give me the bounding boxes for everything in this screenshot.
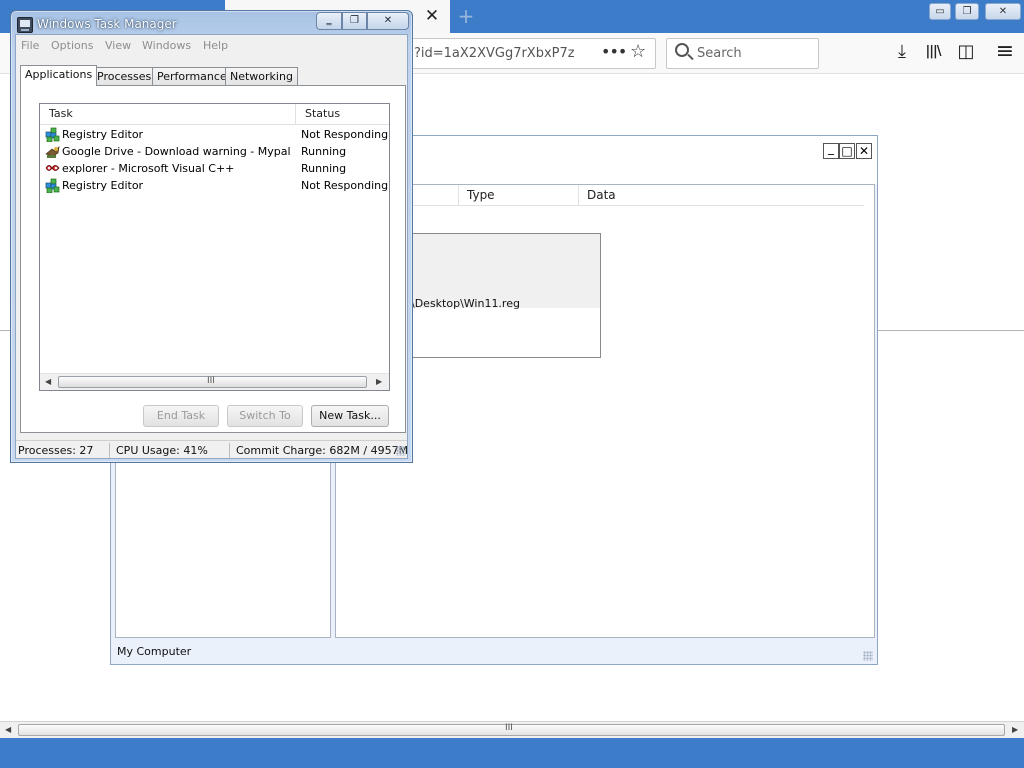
import-file-path: \Desktop\Win11.reg (411, 297, 520, 310)
task-name: Google Drive - Download warning - Mypal (62, 145, 291, 158)
tab-close-icon[interactable]: ✕ (423, 5, 441, 27)
task-manager-client: File Options View Windows Help Applicati… (15, 34, 408, 459)
registry-icon (45, 127, 60, 142)
search-placeholder[interactable]: Search (697, 46, 742, 61)
task-name: Registry Editor (62, 179, 144, 192)
new-task-button[interactable]: New Task... (311, 405, 389, 427)
status-separator (109, 443, 110, 458)
task-row[interactable]: Google Drive - Download warning - Mypal … (40, 143, 389, 160)
registry-icon (45, 178, 60, 193)
task-row[interactable]: explorer - Microsoft Visual C++ Running (40, 160, 389, 177)
new-tab-icon[interactable]: + (455, 3, 477, 29)
column-type[interactable]: Type (458, 185, 578, 206)
switch-to-button[interactable]: Switch To (227, 405, 303, 427)
task-row[interactable]: Registry Editor Not Responding (40, 126, 389, 143)
column-task[interactable]: Task (40, 104, 295, 124)
regedit-status-bar: My Computer (117, 645, 192, 658)
task-row[interactable]: Registry Editor Not Responding (40, 177, 389, 194)
page-horizontal-scrollbar[interactable]: ◀ III ▶ (0, 721, 1024, 738)
task-status: Not Responding (301, 128, 389, 141)
task-name: explorer - Microsoft Visual C++ (62, 162, 235, 175)
close-button[interactable]: ✕ (367, 12, 409, 30)
resize-grip-icon[interactable] (863, 651, 873, 661)
task-manager-icon (17, 17, 33, 33)
commit-charge: Commit Charge: 682M / 4957M (236, 444, 409, 457)
tab-processes[interactable]: Processes (92, 67, 157, 86)
page-scroll-left-icon[interactable]: ◀ (5, 725, 11, 734)
horizontal-scrollbar[interactable]: ◀ III ▶ (40, 373, 389, 390)
download-icon[interactable]: ⤓ (891, 41, 913, 63)
page-scroll-right-icon[interactable]: ▶ (1012, 725, 1018, 734)
visual-cpp-icon (45, 165, 60, 171)
search-icon (675, 43, 689, 57)
scrollbar-grip: III (207, 376, 215, 386)
sidebar-icon[interactable]: ◫ (955, 41, 977, 63)
menu-file[interactable]: File (21, 39, 39, 52)
scroll-right-icon[interactable]: ▶ (376, 377, 382, 386)
minimize-button[interactable]: ‗ (316, 12, 342, 30)
regedit-minimize-button[interactable]: _ (823, 142, 839, 159)
task-manager-window[interactable]: Windows Task Manager ‗ ❐ ✕ File Options … (10, 10, 413, 463)
menu-bar: File Options View Windows Help (16, 35, 407, 55)
task-status: Running (301, 162, 347, 175)
tab-networking[interactable]: Networking (225, 67, 298, 86)
scroll-left-icon[interactable]: ◀ (45, 377, 51, 386)
task-list-header: Task Status (40, 104, 389, 125)
regedit-close-button[interactable]: ✕ (856, 143, 872, 159)
task-list[interactable]: Task Status Registry Editor Not Respondi… (39, 103, 390, 391)
task-status: Running (301, 145, 347, 158)
taskbar[interactable] (0, 738, 1024, 768)
browser-close-button[interactable]: ✕ (985, 3, 1021, 20)
values-column-header: Type Data (336, 185, 864, 206)
column-data[interactable]: Data (578, 185, 864, 206)
page-actions-icon[interactable]: ••• (601, 42, 627, 61)
task-name: Registry Editor (62, 128, 144, 141)
end-task-button[interactable]: End Task (143, 405, 219, 427)
hamburger-menu-icon[interactable]: ≡ (994, 41, 1016, 63)
tab-applications[interactable]: Applications (20, 65, 98, 86)
url-text[interactable]: ?id=1aX2XVGg7rXbxP7zt (414, 46, 574, 61)
bookmark-star-icon[interactable]: ☆ (630, 41, 646, 62)
tab-performance[interactable]: Performance (152, 67, 232, 86)
browser-restore-button[interactable]: ❐ (955, 3, 979, 20)
status-separator (229, 443, 230, 458)
menu-options[interactable]: Options (51, 39, 93, 52)
menu-windows[interactable]: Windows (142, 39, 191, 52)
library-icon[interactable]: |||\ (922, 41, 944, 63)
status-bar: Processes: 27 CPU Usage: 41% Commit Char… (16, 440, 409, 458)
window-title: Windows Task Manager (37, 17, 177, 31)
regedit-maximize-button[interactable]: □ (839, 143, 855, 159)
task-status: Not Responding (301, 179, 389, 192)
scrollbar-thumb[interactable]: III (58, 376, 367, 388)
page-scrollbar-grip: III (505, 723, 513, 733)
resize-grip-icon[interactable] (396, 446, 406, 456)
cpu-usage: CPU Usage: 41% (116, 444, 208, 457)
mypal-icon (45, 145, 60, 158)
restore-button[interactable]: ❐ (342, 12, 367, 30)
column-status[interactable]: Status (296, 104, 389, 124)
processes-count: Processes: 27 (18, 444, 94, 457)
menu-help[interactable]: Help (203, 39, 228, 52)
browser-minimize-button[interactable]: ▭ (929, 3, 951, 20)
applications-panel: Task Status Registry Editor Not Respondi… (20, 85, 406, 433)
menu-view[interactable]: View (105, 39, 131, 52)
